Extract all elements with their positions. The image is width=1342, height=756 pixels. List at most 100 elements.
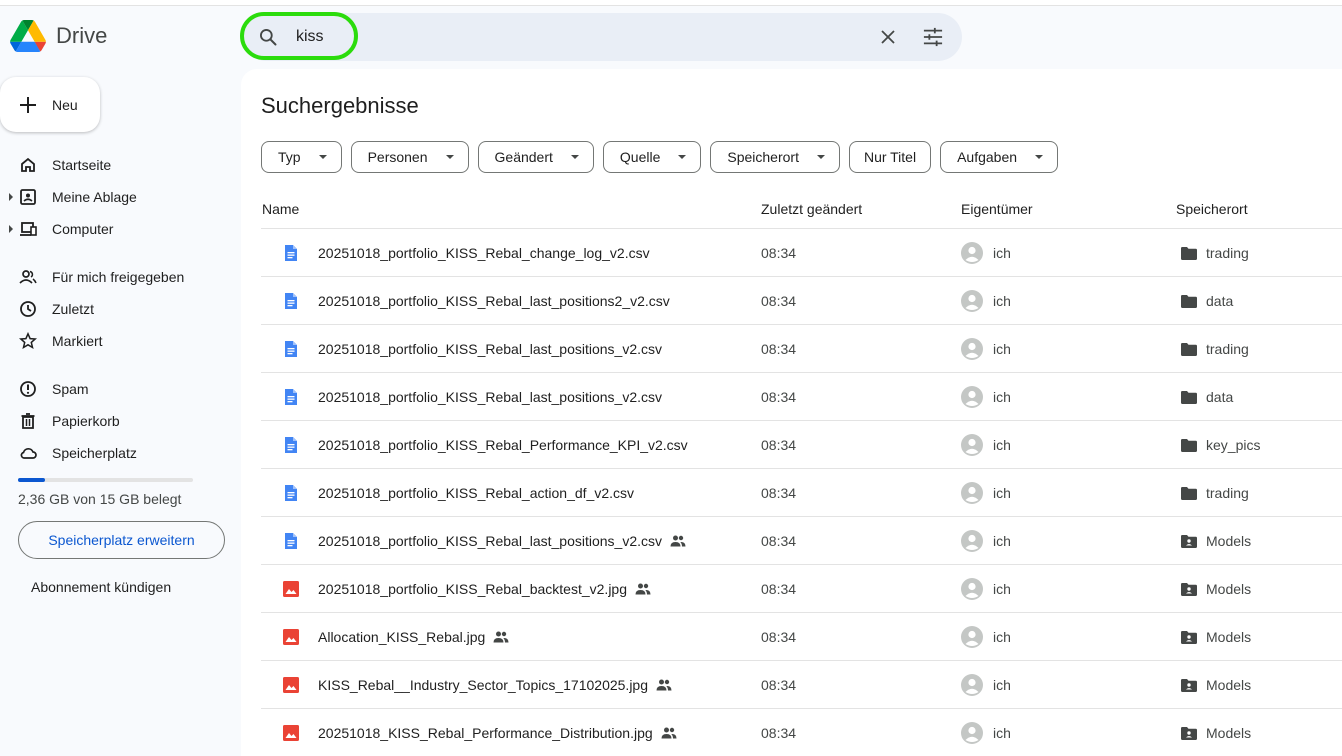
owner-name: ich (993, 293, 1011, 309)
document-file-icon (285, 437, 297, 453)
shared-people-icon (493, 631, 509, 643)
modified-time: 08:34 (761, 389, 797, 405)
file-name[interactable]: 20251018_portfolio_KISS_Rebal_action_df_… (318, 485, 634, 501)
sidebar-item-starred[interactable]: Markiert (0, 327, 232, 355)
avatar-icon (961, 578, 983, 600)
location-name[interactable]: Models (1206, 629, 1251, 645)
modified-time: 08:34 (761, 581, 797, 597)
filter-chip-label: Speicherort (727, 149, 799, 165)
table-row[interactable]: 20251018_portfolio_KISS_Rebal_backtest_v… (261, 564, 1342, 612)
location-name[interactable]: key_pics (1206, 437, 1260, 453)
expand-caret-icon[interactable] (9, 193, 13, 201)
filter-chip[interactable]: Speicherort (710, 141, 840, 173)
search-icon[interactable] (258, 27, 278, 47)
file-name[interactable]: KISS_Rebal__Industry_Sector_Topics_17102… (318, 677, 672, 693)
filter-chip[interactable]: Geändert (477, 141, 594, 173)
file-name-text: 20251018_portfolio_KISS_Rebal_last_posit… (318, 341, 663, 357)
top-border (0, 0, 1342, 6)
sidebar-item-my-drive[interactable]: Meine Ablage (0, 183, 232, 211)
file-name-text: KISS_Rebal__Industry_Sector_Topics_17102… (318, 677, 649, 693)
sidebar-item-recent[interactable]: Zuletzt (0, 295, 232, 323)
file-name[interactable]: 20251018_portfolio_KISS_Rebal_last_posit… (318, 293, 670, 309)
table-row[interactable]: 20251018_portfolio_KISS_Rebal_last_posit… (261, 516, 1342, 564)
filter-chip[interactable]: Typ (261, 141, 342, 173)
column-header-modified[interactable]: Zuletzt geändert (761, 201, 862, 217)
owner-name: ich (993, 677, 1011, 693)
table-row[interactable]: Allocation_KISS_Rebal.jpg 08:34 ich Models (261, 612, 1342, 660)
table-row[interactable]: 20251018_portfolio_KISS_Rebal_last_posit… (261, 372, 1342, 420)
sidebar-item-label: Speicherplatz (52, 445, 137, 461)
file-name-text: 20251018_portfolio_KISS_Rebal_action_df_… (318, 485, 635, 501)
location-name[interactable]: data (1206, 293, 1233, 309)
table-row[interactable]: KISS_Rebal__Industry_Sector_Topics_17102… (261, 660, 1342, 708)
table-row[interactable]: 20251018_KISS_Rebal_Performance_Distribu… (261, 708, 1342, 756)
image-file-icon (283, 581, 299, 597)
filter-chip-label: Geändert (494, 149, 553, 165)
sidebar-item-trash[interactable]: Papierkorb (0, 407, 232, 435)
column-header-owner[interactable]: Eigentümer (961, 201, 1033, 217)
document-file-icon (285, 293, 297, 309)
sidebar-item-computer[interactable]: Computer (0, 215, 232, 243)
file-name[interactable]: 20251018_KISS_Rebal_Performance_Distribu… (318, 725, 677, 741)
table-header: Name Zuletzt geändert Eigentümer Speiche… (261, 201, 1342, 229)
location-name[interactable]: trading (1206, 245, 1249, 261)
shared-folder-icon (1181, 679, 1197, 692)
file-name[interactable]: 20251018_portfolio_KISS_Rebal_last_posit… (318, 533, 686, 549)
file-name[interactable]: 20251018_portfolio_KISS_Rebal_last_posit… (318, 389, 662, 405)
file-name-text: 20251018_KISS_Rebal_Performance_Distribu… (318, 725, 653, 741)
cancel-subscription-link[interactable]: Abonnement kündigen (31, 579, 171, 595)
sidebar-item-home[interactable]: Startseite (0, 151, 232, 179)
table-row[interactable]: 20251018_portfolio_KISS_Rebal_last_posit… (261, 276, 1342, 324)
shared-folder-icon (1181, 583, 1197, 596)
filter-chip-label: Nur Titel (863, 149, 917, 165)
file-name-text: 20251018_portfolio_KISS_Rebal_last_posit… (318, 389, 663, 405)
sidebar-item-label: Computer (52, 221, 114, 237)
location-name[interactable]: trading (1206, 341, 1249, 357)
drive-logo[interactable]: Drive (10, 20, 107, 52)
file-name[interactable]: 20251018_portfolio_KISS_Rebal_Performanc… (318, 437, 688, 453)
cloud-icon (20, 447, 37, 459)
close-icon[interactable] (879, 28, 897, 46)
sidebar-item-spam[interactable]: Spam (0, 375, 232, 403)
location-name[interactable]: Models (1206, 581, 1251, 597)
expand-caret-icon[interactable] (9, 225, 13, 233)
spam-icon (20, 381, 36, 397)
new-button[interactable]: Neu (0, 77, 100, 132)
avatar-icon (961, 242, 983, 264)
page-title: Suchergebnisse (261, 93, 419, 118)
filter-chip[interactable]: Aufgaben (940, 141, 1059, 173)
file-name[interactable]: Allocation_KISS_Rebal.jpg (318, 629, 509, 645)
table-row[interactable]: 20251018_portfolio_KISS_Rebal_last_posit… (261, 324, 1342, 372)
table-row[interactable]: 20251018_portfolio_KISS_Rebal_Performanc… (261, 420, 1342, 468)
location-name[interactable]: trading (1206, 485, 1249, 501)
file-name[interactable]: 20251018_portfolio_KISS_Rebal_last_posit… (318, 341, 662, 357)
shared-people-icon (656, 679, 672, 691)
modified-time: 08:34 (761, 245, 797, 261)
file-name[interactable]: 20251018_portfolio_KISS_Rebal_change_log… (318, 245, 650, 261)
filter-chips: Typ Personen Geändert Quelle Speicherort Nur … (261, 141, 1067, 173)
filter-chip[interactable]: Personen (350, 141, 469, 173)
search-options-icon[interactable] (922, 27, 944, 47)
avatar-icon (961, 434, 983, 456)
file-name-text: 20251018_portfolio_KISS_Rebal_change_log… (318, 245, 650, 261)
shared-folder-icon (1181, 535, 1197, 548)
sidebar-item-shared-with-me[interactable]: Für mich freigegeben (0, 263, 232, 291)
table-row[interactable]: 20251018_portfolio_KISS_Rebal_action_df_… (261, 468, 1342, 516)
upgrade-storage-button[interactable]: Speicherplatz erweitern (18, 521, 225, 559)
filter-chip[interactable]: Nur Titel (848, 141, 932, 173)
location-name[interactable]: Models (1206, 533, 1251, 549)
search-input[interactable]: kiss (296, 28, 324, 46)
main-content: Suchergebnisse Typ Personen Geändert Quelle… (241, 69, 1342, 756)
location-name[interactable]: Models (1206, 725, 1251, 741)
location-name[interactable]: data (1206, 389, 1233, 405)
sidebar-item-storage[interactable]: Speicherplatz (0, 439, 232, 467)
column-header-name[interactable]: Name (262, 201, 299, 217)
column-header-location[interactable]: Speicherort (1176, 201, 1248, 217)
file-name[interactable]: 20251018_portfolio_KISS_Rebal_backtest_v… (318, 581, 651, 597)
filter-chip[interactable]: Quelle (602, 141, 702, 173)
table-row[interactable]: 20251018_portfolio_KISS_Rebal_change_log… (261, 228, 1342, 276)
location-name[interactable]: Models (1206, 677, 1251, 693)
chevron-down-icon (678, 155, 687, 159)
image-file-icon (283, 677, 299, 693)
chevron-down-icon (318, 155, 327, 159)
